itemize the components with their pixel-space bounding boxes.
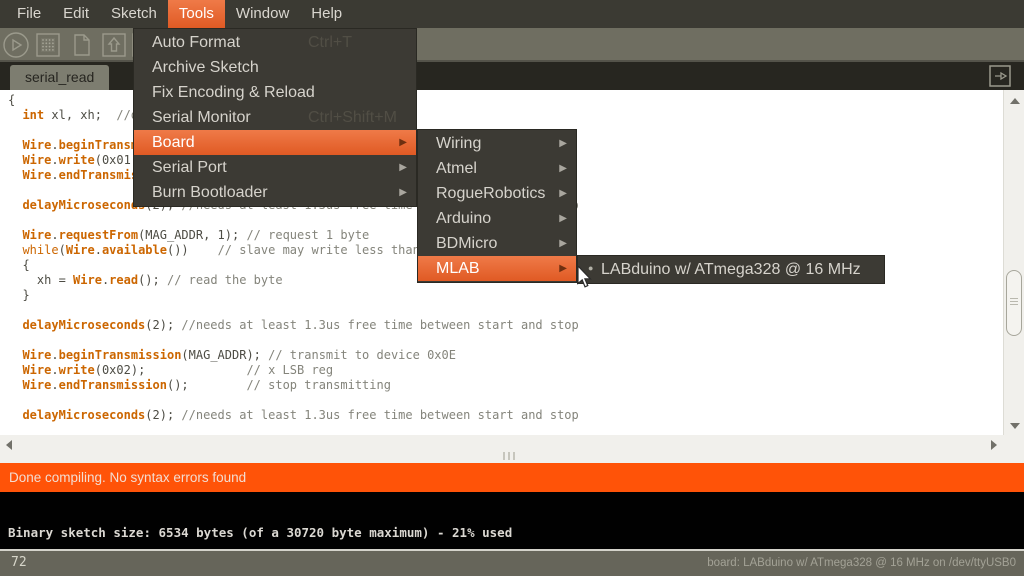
mlab-submenu: ●LABduino w/ ATmega328 @ 16 MHz xyxy=(577,255,885,284)
scroll-left-icon[interactable] xyxy=(6,440,12,450)
console-output: Binary sketch size: 6534 bytes (of a 307… xyxy=(0,492,1024,551)
code-line xyxy=(8,303,1003,318)
horizontal-scrollbar[interactable] xyxy=(0,435,1024,463)
menu-item-label: Arduino xyxy=(418,210,491,227)
menu-item-label: Serial Port xyxy=(134,159,227,176)
vertical-scrollbar[interactable] xyxy=(1003,90,1024,435)
tools-menu-item-serial-monitor[interactable]: Serial Monitor Ctrl+Shift+M xyxy=(134,105,416,130)
compile-status-bar: Done compiling. No syntax errors found xyxy=(0,463,1024,492)
board-submenu-item-atmel[interactable]: Atmel ▶ xyxy=(418,156,576,181)
board-submenu-item-wiring[interactable]: Wiring ▶ xyxy=(418,131,576,156)
board-submenu-item-arduino[interactable]: Arduino ▶ xyxy=(418,206,576,231)
code-line xyxy=(8,393,1003,408)
submenu-arrow-icon: ▶ xyxy=(559,181,567,206)
menu-item-label: RogueRobotics xyxy=(418,185,545,202)
tools-menu-item-fix-encoding-reload[interactable]: Fix Encoding & Reload xyxy=(134,80,416,105)
menu-item-label: LABduino w/ ATmega328 @ 16 MHz xyxy=(578,261,861,278)
menubar-item-window[interactable]: Window xyxy=(225,0,300,28)
mouse-cursor-icon xyxy=(577,266,592,289)
scroll-down-icon[interactable] xyxy=(1010,423,1020,429)
menu-item-label: BDMicro xyxy=(418,235,497,252)
menu-item-label: Atmel xyxy=(418,160,477,177)
tools-menu-item-board[interactable]: Board ▶ xyxy=(134,130,416,155)
verify-icon[interactable] xyxy=(2,31,30,59)
submenu-arrow-icon: ▶ xyxy=(559,156,567,181)
code-line: } xyxy=(8,288,1003,303)
tools-menu-item-burn-bootloader[interactable]: Burn Bootloader ▶ xyxy=(134,180,416,205)
menu-item-label: Auto Format xyxy=(134,34,240,51)
tab-serial-read[interactable]: serial_read xyxy=(10,65,109,90)
tools-menu: Auto Format Ctrl+T Archive Sketch Fix Encod… xyxy=(133,28,417,207)
board-submenu-item-roguerobotics[interactable]: RogueRobotics ▶ xyxy=(418,181,576,206)
menu-item-label: Serial Monitor xyxy=(134,109,251,126)
code-line: delayMicroseconds(2); //needs at least 1… xyxy=(8,408,1003,423)
new-sketch-icon[interactable] xyxy=(68,31,96,59)
submenu-arrow-icon: ▶ xyxy=(559,231,567,256)
tab-menu-arrow-icon[interactable] xyxy=(988,65,1012,87)
menu-item-label: Board xyxy=(134,134,195,151)
submenu-arrow-icon: ▶ xyxy=(559,131,567,156)
menubar: FileEditSketchToolsWindowHelp xyxy=(0,0,1024,28)
scroll-right-icon[interactable] xyxy=(991,440,997,450)
stop-icon[interactable] xyxy=(34,31,62,59)
menu-item-label: Burn Bootloader xyxy=(134,184,268,201)
menu-item-label: Fix Encoding & Reload xyxy=(134,84,315,101)
menu-item-label: Archive Sketch xyxy=(134,59,259,76)
mlab-submenu-item-labduino-w-atmega328-16-mhz[interactable]: ●LABduino w/ ATmega328 @ 16 MHz xyxy=(578,257,884,282)
splitter-grip-icon[interactable] xyxy=(503,452,515,460)
board-port-info: board: LABduino w/ ATmega328 @ 16 MHz on… xyxy=(707,557,1016,569)
vertical-scrollbar-thumb[interactable] xyxy=(1006,270,1022,336)
board-submenu: Wiring▶Atmel▶RogueRobotics▶Arduino▶BDMic… xyxy=(417,129,577,283)
tools-menu-item-archive-sketch[interactable]: Archive Sketch xyxy=(134,55,416,80)
submenu-arrow-icon: ▶ xyxy=(559,206,567,231)
submenu-arrow-icon: ▶ xyxy=(399,155,407,180)
menu-item-label: MLAB xyxy=(418,260,480,277)
console-text: Binary sketch size: 6534 bytes (of a 307… xyxy=(0,492,1024,540)
tools-menu-item-auto-format[interactable]: Auto Format Ctrl+T xyxy=(134,30,416,55)
code-line: delayMicroseconds(2); //needs at least 1… xyxy=(8,318,1003,333)
code-line: Wire.write(0x02); // x LSB reg xyxy=(8,363,1003,378)
menubar-item-sketch[interactable]: Sketch xyxy=(100,0,168,28)
submenu-arrow-icon: ▶ xyxy=(399,130,407,155)
bottom-statusbar: 72 board: LABduino w/ ATmega328 @ 16 MHz… xyxy=(0,551,1024,576)
board-submenu-item-bdmicro[interactable]: BDMicro ▶ xyxy=(418,231,576,256)
menubar-item-edit[interactable]: Edit xyxy=(52,0,100,28)
code-line: Wire.endTransmission(); // stop transmit… xyxy=(8,378,1003,393)
tools-menu-item-serial-port[interactable]: Serial Port ▶ xyxy=(134,155,416,180)
menu-shortcut: Ctrl+Shift+M xyxy=(308,105,397,130)
menubar-item-tools[interactable]: Tools xyxy=(168,0,225,28)
board-submenu-item-mlab[interactable]: MLAB ▶ xyxy=(418,256,576,281)
open-icon[interactable] xyxy=(100,31,128,59)
line-number: 72 xyxy=(11,555,27,570)
submenu-arrow-icon: ▶ xyxy=(399,180,407,205)
menubar-item-file[interactable]: File xyxy=(6,0,52,28)
code-line: Wire.beginTransmission(MAG_ADDR); // tra… xyxy=(8,348,1003,363)
scroll-up-icon[interactable] xyxy=(1010,98,1020,104)
menubar-item-help[interactable]: Help xyxy=(300,0,353,28)
code-line xyxy=(8,333,1003,348)
menu-shortcut: Ctrl+T xyxy=(308,30,352,55)
submenu-arrow-icon: ▶ xyxy=(559,256,567,281)
menu-item-label: Wiring xyxy=(418,135,481,152)
